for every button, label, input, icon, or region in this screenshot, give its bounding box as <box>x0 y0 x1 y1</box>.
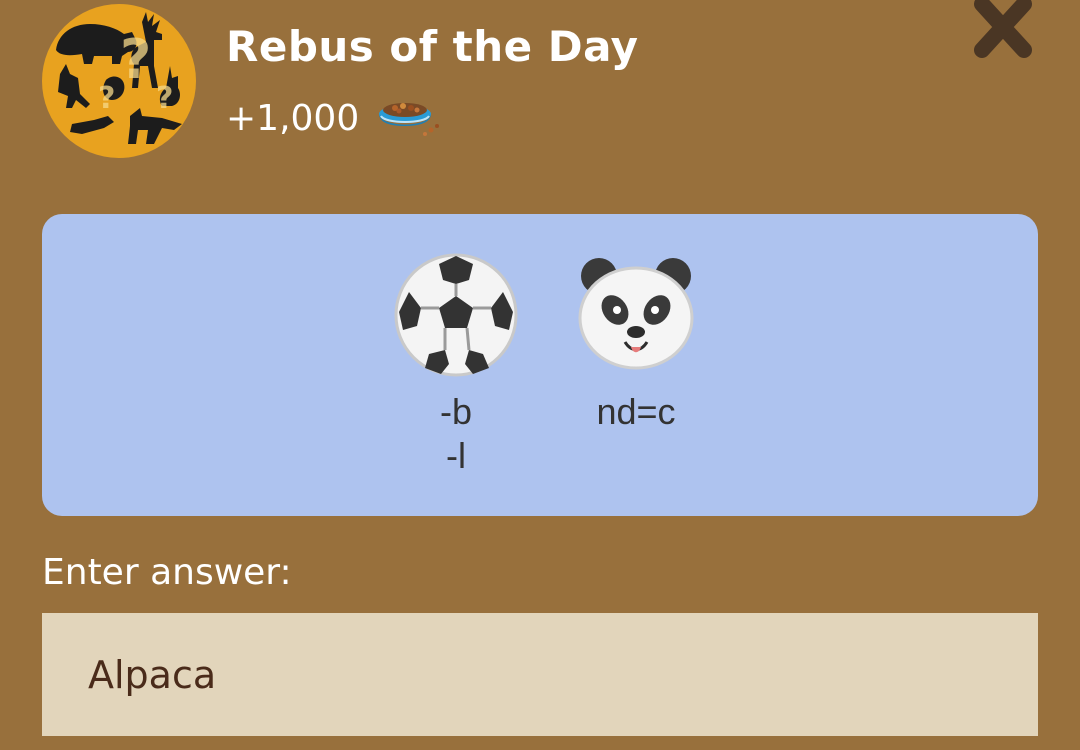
rebus-item-panda: nd=c <box>556 252 716 434</box>
hint-line: nd=c <box>596 391 676 432</box>
page-title: Rebus of the Day <box>226 22 639 71</box>
rebus-card: -b -l nd=c <box>42 214 1038 516</box>
answer-label: Enter answer: <box>42 552 292 593</box>
answer-input[interactable]: Alpaca <box>42 613 1038 736</box>
hint-line: -b <box>439 391 472 432</box>
close-button[interactable] <box>966 0 1040 60</box>
rebus-hint-2: nd=c <box>596 390 675 434</box>
pet-food-bowl-icon <box>371 96 441 140</box>
hint-line: -l <box>445 435 466 476</box>
svg-text:?: ? <box>156 81 173 116</box>
avatar: ? ? ? <box>42 4 196 158</box>
close-x-icon <box>974 0 1032 58</box>
answer-value[interactable]: Alpaca <box>88 653 216 697</box>
rebus-hint-1: -b -l <box>440 390 472 478</box>
soccer-ball-icon <box>394 253 518 377</box>
rebus-item-soccer: -b -l <box>376 252 536 478</box>
animal-silhouettes-icon: ? ? ? <box>56 12 182 144</box>
svg-text:?: ? <box>98 81 115 116</box>
reward-amount: +1,000 <box>226 96 441 140</box>
panda-face-icon <box>578 258 694 370</box>
reward-value: +1,000 <box>226 97 360 139</box>
svg-text:?: ? <box>120 28 151 91</box>
